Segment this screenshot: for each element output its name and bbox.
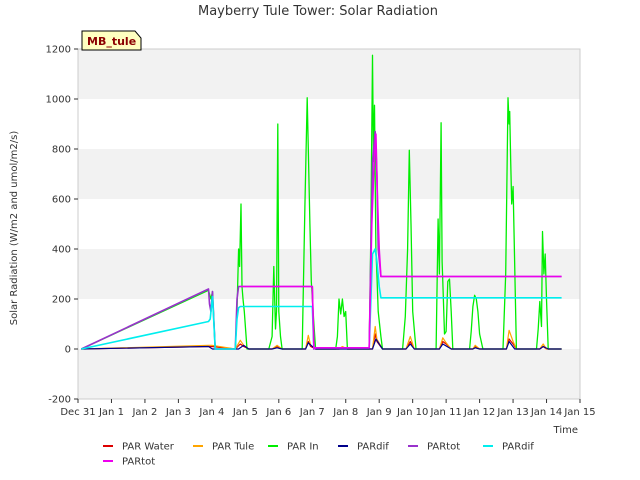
x-tick-label: Jan 3 [165, 407, 191, 418]
x-tick-label: Jan 2 [131, 407, 157, 418]
grid-band [78, 349, 580, 399]
y-tick-label: -200 [48, 395, 71, 406]
y-tick-label: 400 [52, 245, 71, 256]
x-axis-ticks: Dec 31 Jan 1 Jan 2 Jan 3 Jan 4 Jan 5 Jan 6 Jan … [60, 399, 596, 418]
y-tick-label: 800 [52, 145, 71, 156]
x-tick-label: Jan 10 [396, 407, 428, 418]
legend-entry: PAR In [287, 442, 319, 453]
series-line-1 [81, 325, 562, 350]
grid-band [78, 49, 580, 99]
legend-entry: PAR Water [122, 442, 175, 453]
y-tick-label: 1000 [46, 95, 71, 106]
station-badge: MB_tule [81, 30, 142, 51]
legend-entry: PARdif [357, 442, 389, 453]
x-tick-label: Jan 7 [299, 407, 325, 418]
x-tick-label: Jan 4 [198, 407, 224, 418]
x-tick-label: Jan 13 [496, 407, 528, 418]
chart-title: Mayberry Tule Tower: Solar Radiation [198, 4, 438, 19]
x-tick-label: Jan 8 [332, 407, 358, 418]
solar-radiation-chart: -200 0 200 400 600 800 1000 1200 Dec 31 Jan 1 Jan… [9, 4, 596, 468]
legend-entry: PAR Tule [212, 442, 254, 453]
badge-label: MB_tule [87, 35, 136, 48]
y-tick-label: 0 [65, 345, 71, 356]
x-tick-label: Jan 1 [98, 407, 124, 418]
x-tick-label: Dec 31 [60, 407, 95, 418]
x-tick-label: Jan 12 [463, 407, 495, 418]
y-tick-label: 600 [52, 195, 71, 206]
x-axis-label: Time [553, 425, 578, 436]
x-tick-label: Jan 15 [563, 407, 595, 418]
series-line-2 [81, 54, 562, 350]
y-tick-label: 200 [52, 295, 71, 306]
x-tick-label: Jan 9 [366, 407, 392, 418]
y-tick-label: 1200 [46, 45, 71, 56]
x-tick-label: Jan 14 [530, 407, 562, 418]
legend-entry: PARtot [122, 457, 155, 468]
y-axis-ticks: -200 0 200 400 600 800 1000 1200 [46, 45, 78, 406]
legend-entry: PARdif [502, 442, 534, 453]
y-axis-label: Solar Radiation (W/m2 and umol/m2/s) [9, 131, 20, 326]
x-tick-label: Jan 11 [429, 407, 461, 418]
series-lines [80, 54, 562, 350]
grid-band [78, 149, 580, 199]
x-tick-label: Jan 5 [232, 407, 258, 418]
x-tick-label: Jan 6 [265, 407, 291, 418]
legend: PAR Water PAR Tule PAR In PARdif PARtot PARdi… [103, 442, 534, 468]
legend-entry: PARtot [427, 442, 460, 453]
